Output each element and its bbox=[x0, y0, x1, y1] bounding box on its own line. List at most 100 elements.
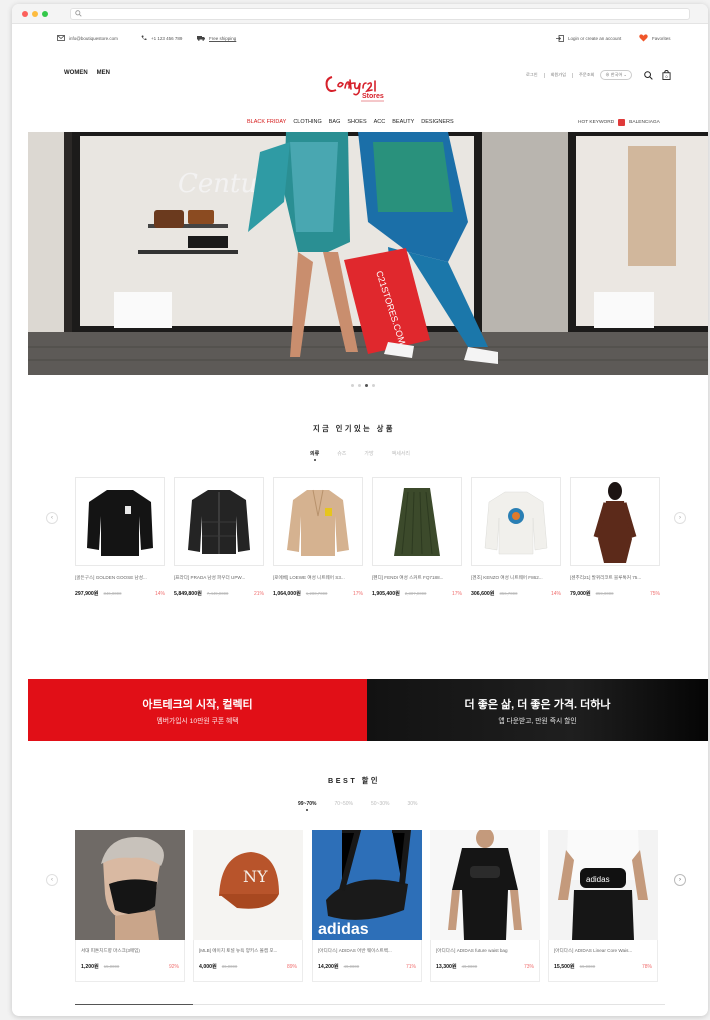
pager-dot[interactable] bbox=[351, 384, 354, 387]
nav-clothing[interactable]: CLOTHING bbox=[293, 119, 321, 125]
best-card[interactable]: adidas [아디다스] ADIDAS 어반 웨이스트백... 14,200원… bbox=[312, 830, 422, 982]
hot-keyword[interactable]: HOT KEYWORD BALENCIAGA bbox=[578, 119, 660, 126]
svg-text:adidas: adidas bbox=[318, 921, 369, 938]
popular-tabs: 의류 슈즈 가방 액세서리 bbox=[310, 450, 410, 461]
century21-logo: Stores bbox=[325, 76, 384, 102]
maximize-dot[interactable] bbox=[42, 10, 48, 17]
tab-70-50[interactable]: 70~50% bbox=[335, 801, 354, 807]
product-card[interactable]: [센추리21] 발퀴리코트 블루톡커 75... 79,000원 359,0000… bbox=[570, 477, 660, 597]
nav-bag[interactable]: BAG bbox=[329, 119, 341, 125]
best-prev-button[interactable]: ‹ bbox=[46, 874, 58, 886]
cart-icon[interactable]: 0 bbox=[662, 70, 671, 80]
pager-dot[interactable] bbox=[358, 384, 361, 387]
linear-waist-bag-image: adidas bbox=[548, 830, 658, 940]
price-row: 5,849,800원 7,449,0000 21% bbox=[174, 591, 264, 597]
price-row: 14,200원 49,0000 71% bbox=[318, 964, 416, 970]
carousel-scrollbar[interactable] bbox=[75, 1004, 665, 1005]
tab-accessories[interactable]: 액세서리 bbox=[392, 450, 410, 457]
price-row: 79,000원 359,0000 75% bbox=[570, 591, 660, 597]
app-download-banner[interactable]: 더 좋은 삶, 더 좋은 가격. 더하나 앱 다운받고, 만원 즉시 할인 bbox=[367, 679, 708, 741]
tab-shoes[interactable]: 슈즈 bbox=[337, 450, 346, 457]
product-card[interactable]: [로에베] LOEWE 여성 니트웨어 S3... 1,064,000원 1,28… bbox=[273, 477, 363, 597]
carousel-next-button[interactable]: › bbox=[674, 512, 686, 524]
tab-clothing[interactable]: 의류 bbox=[310, 450, 319, 461]
carousel-prev-button[interactable]: ‹ bbox=[46, 512, 58, 524]
best-card[interactable]: adidas [아디다스] ADIDAS Linear Core Wais...… bbox=[548, 830, 658, 982]
best-card[interactable]: 서대 피톤치드향 마스크(3매입) 1,200원 15,0000 92% bbox=[75, 830, 185, 982]
heart-icon bbox=[639, 34, 648, 42]
collecty-banner[interactable]: 아트테크의 시작, 컬렉티 멤버가입시 10만원 쿠폰 혜택 bbox=[28, 679, 367, 741]
browser-window: info@boutiquestore.com +1 123 456 789 Fr… bbox=[12, 4, 708, 1016]
popular-section-title: 지금 인기있는 상품 bbox=[313, 424, 395, 433]
login-link-kr[interactable]: 로그인 bbox=[526, 72, 538, 78]
divider bbox=[543, 72, 545, 78]
divider bbox=[571, 72, 573, 78]
nav-beauty[interactable]: BEAUTY bbox=[392, 119, 414, 125]
search-icon bbox=[75, 10, 82, 17]
best-section-title: BEST 할인 bbox=[328, 776, 380, 785]
cap-image: NY bbox=[193, 830, 303, 940]
utility-links: 로그인 회원가입 주문조회 ⊕ 한국어 ⌄ 0 bbox=[526, 70, 671, 80]
product-image: adidas bbox=[312, 830, 422, 940]
product-card[interactable]: [겐조] KENZO 여성 니트웨어 F862... 306,600원 356,7… bbox=[471, 477, 561, 597]
coat-model-image bbox=[593, 481, 637, 563]
signup-link[interactable]: 회원가입 bbox=[551, 72, 566, 78]
pager-dot-active[interactable] bbox=[365, 384, 368, 387]
best-card[interactable]: NY [MLB] 에이치 토널 뉴욕 양키스 볼캡 모... 4,000원 36,… bbox=[193, 830, 303, 982]
promo-banner: 아트테크의 시작, 컬렉티 멤버가입시 10만원 쿠폰 혜택 더 좋은 삶, 더… bbox=[28, 679, 708, 741]
globe-icon: ⊕ bbox=[605, 72, 610, 77]
product-image bbox=[174, 477, 264, 566]
tab-50-30[interactable]: 50~30% bbox=[371, 801, 390, 807]
chevron-down-icon: ⌄ bbox=[623, 72, 628, 77]
discount-tabs: 99~70% 70~50% 50~30% 30% bbox=[298, 801, 418, 811]
svg-text:adidas: adidas bbox=[586, 875, 610, 884]
close-dot[interactable] bbox=[22, 10, 28, 17]
login-link[interactable]: Login or create an account bbox=[556, 25, 621, 51]
nav-men[interactable]: MEN bbox=[97, 70, 110, 76]
hero-image: Century21 C21STORES.COM bbox=[28, 132, 708, 375]
minimize-dot[interactable] bbox=[32, 10, 38, 17]
scrollbar-thumb[interactable] bbox=[75, 1004, 193, 1005]
email-link[interactable]: info@boutiquestore.com bbox=[57, 25, 118, 51]
phone-link[interactable]: +1 123 456 789 bbox=[141, 25, 182, 51]
tab-99-70[interactable]: 99~70% bbox=[298, 801, 317, 811]
price-row: 1,064,000원 1,280,7000 17% bbox=[273, 591, 363, 597]
best-next-button[interactable]: › bbox=[674, 874, 686, 886]
svg-text:NY: NY bbox=[243, 867, 268, 886]
tab-30[interactable]: 30% bbox=[408, 801, 418, 807]
jacket-image bbox=[188, 489, 250, 554]
logo-sub: Stores bbox=[362, 93, 384, 100]
product-image bbox=[75, 477, 165, 566]
product-image bbox=[430, 830, 540, 940]
svg-text:0: 0 bbox=[666, 75, 668, 79]
keyword-badge-icon bbox=[618, 119, 626, 126]
language-select[interactable]: ⊕ 한국어 ⌄ bbox=[600, 70, 633, 80]
chevron-left-icon: ‹ bbox=[51, 877, 53, 883]
product-image bbox=[273, 477, 363, 566]
nav-women[interactable]: WOMEN bbox=[64, 70, 88, 76]
knit-sweater-image bbox=[484, 491, 548, 554]
nav-designers[interactable]: DESIGNERS bbox=[421, 119, 453, 125]
address-bar[interactable] bbox=[70, 7, 690, 20]
search-icon[interactable] bbox=[644, 70, 653, 80]
tab-bags[interactable]: 가방 bbox=[364, 450, 373, 457]
hero-banner[interactable]: Century21 C21STORES.COM bbox=[28, 132, 708, 375]
favorites-link[interactable]: Favorites bbox=[639, 25, 671, 51]
browser-chrome bbox=[12, 4, 708, 24]
site-logo[interactable]: Stores bbox=[324, 70, 396, 104]
nav-shoes[interactable]: SHOES bbox=[347, 119, 366, 125]
pager-dot[interactable] bbox=[372, 384, 375, 387]
hero-pager bbox=[351, 384, 375, 387]
nav-black-friday[interactable]: BLACK FRIDAY bbox=[247, 119, 286, 125]
best-card[interactable]: [아디다스] ADIDAS future waist bag 13,300원 49… bbox=[430, 830, 540, 982]
product-card[interactable]: [펜디] FENDI 여성 스커트 FQ7188... 1,905,400원 2,… bbox=[372, 477, 462, 597]
product-card[interactable]: [골든구스] GOLDEN GOOSE 남성... 297,900원 346,00… bbox=[75, 477, 165, 597]
skirt-image bbox=[394, 487, 440, 556]
shipping-info[interactable]: Free shipping bbox=[197, 25, 236, 51]
product-image: NY bbox=[193, 830, 303, 940]
price-row: 297,900원 346,0000 14% bbox=[75, 591, 165, 597]
product-card[interactable]: [프라다] PRADA 남성 파우더 UPW... 5,849,800원 7,44… bbox=[174, 477, 264, 597]
nav-acc[interactable]: ACC bbox=[374, 119, 386, 125]
order-lookup-link[interactable]: 주문조회 bbox=[579, 72, 594, 78]
chevron-right-icon: › bbox=[679, 515, 681, 521]
